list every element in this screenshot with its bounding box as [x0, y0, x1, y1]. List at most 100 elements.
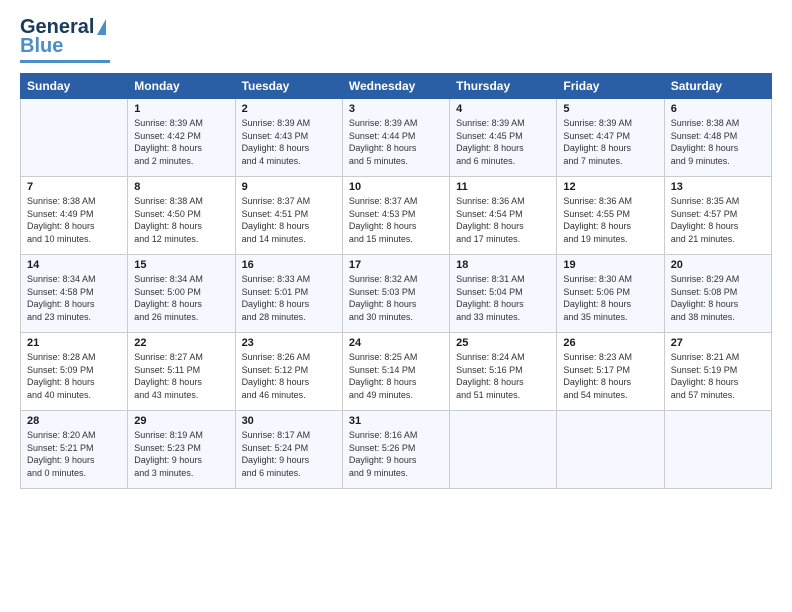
calendar-cell [21, 99, 128, 177]
cell-info: Sunrise: 8:38 AMSunset: 4:49 PMDaylight:… [27, 195, 121, 245]
day-number: 23 [242, 337, 336, 349]
day-number: 29 [134, 415, 228, 427]
day-number: 3 [349, 103, 443, 115]
day-number: 19 [563, 259, 657, 271]
weekday-header-saturday: Saturday [664, 74, 771, 99]
cell-info: Sunrise: 8:39 AMSunset: 4:44 PMDaylight:… [349, 117, 443, 167]
day-number: 2 [242, 103, 336, 115]
day-number: 13 [671, 181, 765, 193]
calendar-cell: 15Sunrise: 8:34 AMSunset: 5:00 PMDayligh… [128, 255, 235, 333]
calendar-cell: 19 Sunrise: 8:30 AMSunset: 5:06 PMDayligh… [557, 255, 664, 333]
cell-info: Sunrise: 8:33 AMSunset: 5:01 PMDaylight:… [242, 273, 336, 323]
calendar-cell: 10Sunrise: 8:37 AMSunset: 4:53 PMDayligh… [342, 177, 449, 255]
calendar-cell: 25 Sunrise: 8:24 AMSunset: 5:16 PMDayligh… [450, 333, 557, 411]
cell-info: Sunrise: 8:27 AMSunset: 5:11 PMDaylight:… [134, 351, 228, 401]
cell-info: Sunrise: 8:25 AMSunset: 5:14 PMDaylight:… [349, 351, 443, 401]
cell-info: Sunrise: 8:32 AMSunset: 5:03 PMDaylight:… [349, 273, 443, 323]
cell-info: Sunrise: 8:17 AMSunset: 5:24 PMDaylight:… [242, 429, 336, 479]
logo: General Blue [20, 16, 110, 63]
page: General Blue SundayMondayTuesdayWednesda… [0, 0, 792, 612]
weekday-header-thursday: Thursday [450, 74, 557, 99]
cell-info: Sunrise: 8:37 AMSunset: 4:51 PMDaylight:… [242, 195, 336, 245]
calendar-cell: 20 Sunrise: 8:29 AMSunset: 5:08 PMDayligh… [664, 255, 771, 333]
day-number: 7 [27, 181, 121, 193]
calendar-cell: 31 Sunrise: 8:16 AMSunset: 5:26 PMDayligh… [342, 411, 449, 489]
cell-info: Sunrise: 8:21 AMSunset: 5:19 PMDaylight:… [671, 351, 765, 401]
day-number: 21 [27, 337, 121, 349]
calendar-cell: 21 Sunrise: 8:28 AMSunset: 5:09 PMDayligh… [21, 333, 128, 411]
day-number: 18 [456, 259, 550, 271]
cell-info: Sunrise: 8:38 AMSunset: 4:48 PMDaylight:… [671, 117, 765, 167]
calendar-table: SundayMondayTuesdayWednesdayThursdayFrid… [20, 73, 772, 489]
calendar-cell: 14 Sunrise: 8:34 AMSunset: 4:58 PMDayligh… [21, 255, 128, 333]
weekday-header-sunday: Sunday [21, 74, 128, 99]
day-number: 17 [349, 259, 443, 271]
header: General Blue [20, 16, 772, 63]
cell-info: Sunrise: 8:30 AMSunset: 5:06 PMDaylight:… [563, 273, 657, 323]
calendar-cell: 11 Sunrise: 8:36 AMSunset: 4:54 PMDayligh… [450, 177, 557, 255]
calendar-cell: 22 Sunrise: 8:27 AMSunset: 5:11 PMDayligh… [128, 333, 235, 411]
day-number: 31 [349, 415, 443, 427]
cell-info: Sunrise: 8:36 AMSunset: 4:54 PMDaylight:… [456, 195, 550, 245]
calendar-cell [557, 411, 664, 489]
weekday-header-monday: Monday [128, 74, 235, 99]
cell-info: Sunrise: 8:31 AMSunset: 5:04 PMDaylight:… [456, 273, 550, 323]
cell-info: Sunrise: 8:16 AMSunset: 5:26 PMDaylight:… [349, 429, 443, 479]
calendar-week-row: 1Sunrise: 8:39 AMSunset: 4:42 PMDaylight… [21, 99, 772, 177]
calendar-cell [664, 411, 771, 489]
calendar-cell: 1Sunrise: 8:39 AMSunset: 4:42 PMDaylight… [128, 99, 235, 177]
calendar-cell: 16 Sunrise: 8:33 AMSunset: 5:01 PMDayligh… [235, 255, 342, 333]
day-number: 9 [242, 181, 336, 193]
day-number: 25 [456, 337, 550, 349]
cell-info: Sunrise: 8:39 AMSunset: 4:45 PMDaylight:… [456, 117, 550, 167]
calendar-week-row: 14 Sunrise: 8:34 AMSunset: 4:58 PMDayligh… [21, 255, 772, 333]
cell-info: Sunrise: 8:36 AMSunset: 4:55 PMDaylight:… [563, 195, 657, 245]
calendar-cell: 6 Sunrise: 8:38 AMSunset: 4:48 PMDaylight… [664, 99, 771, 177]
day-number: 14 [27, 259, 121, 271]
cell-info: Sunrise: 8:24 AMSunset: 5:16 PMDaylight:… [456, 351, 550, 401]
calendar-cell: 4 Sunrise: 8:39 AMSunset: 4:45 PMDaylight… [450, 99, 557, 177]
calendar-cell: 7 Sunrise: 8:38 AMSunset: 4:49 PMDaylight… [21, 177, 128, 255]
calendar-cell [450, 411, 557, 489]
calendar-cell: 24 Sunrise: 8:25 AMSunset: 5:14 PMDayligh… [342, 333, 449, 411]
calendar-cell: 3 Sunrise: 8:39 AMSunset: 4:44 PMDaylight… [342, 99, 449, 177]
calendar-week-row: 21 Sunrise: 8:28 AMSunset: 5:09 PMDayligh… [21, 333, 772, 411]
cell-info: Sunrise: 8:34 AMSunset: 4:58 PMDaylight:… [27, 273, 121, 323]
calendar-cell: 17 Sunrise: 8:32 AMSunset: 5:03 PMDayligh… [342, 255, 449, 333]
calendar-cell: 13 Sunrise: 8:35 AMSunset: 4:57 PMDayligh… [664, 177, 771, 255]
calendar-cell: 8Sunrise: 8:38 AMSunset: 4:50 PMDaylight… [128, 177, 235, 255]
weekday-header-row: SundayMondayTuesdayWednesdayThursdayFrid… [21, 74, 772, 99]
weekday-header-tuesday: Tuesday [235, 74, 342, 99]
cell-info: Sunrise: 8:28 AMSunset: 5:09 PMDaylight:… [27, 351, 121, 401]
day-number: 16 [242, 259, 336, 271]
calendar-cell: 18 Sunrise: 8:31 AMSunset: 5:04 PMDayligh… [450, 255, 557, 333]
day-number: 6 [671, 103, 765, 115]
calendar-cell: 5Sunrise: 8:39 AMSunset: 4:47 PMDaylight… [557, 99, 664, 177]
cell-info: Sunrise: 8:29 AMSunset: 5:08 PMDaylight:… [671, 273, 765, 323]
cell-info: Sunrise: 8:35 AMSunset: 4:57 PMDaylight:… [671, 195, 765, 245]
cell-info: Sunrise: 8:38 AMSunset: 4:50 PMDaylight:… [134, 195, 228, 245]
day-number: 22 [134, 337, 228, 349]
logo-underline [20, 60, 110, 63]
day-number: 20 [671, 259, 765, 271]
day-number: 28 [27, 415, 121, 427]
day-number: 30 [242, 415, 336, 427]
day-number: 11 [456, 181, 550, 193]
calendar-cell: 2Sunrise: 8:39 AMSunset: 4:43 PMDaylight… [235, 99, 342, 177]
cell-info: Sunrise: 8:39 AMSunset: 4:47 PMDaylight:… [563, 117, 657, 167]
calendar-cell: 28 Sunrise: 8:20 AMSunset: 5:21 PMDayligh… [21, 411, 128, 489]
weekday-header-wednesday: Wednesday [342, 74, 449, 99]
day-number: 4 [456, 103, 550, 115]
day-number: 24 [349, 337, 443, 349]
calendar-cell: 27Sunrise: 8:21 AMSunset: 5:19 PMDayligh… [664, 333, 771, 411]
day-number: 1 [134, 103, 228, 115]
calendar-cell: 12Sunrise: 8:36 AMSunset: 4:55 PMDayligh… [557, 177, 664, 255]
calendar-cell: 30 Sunrise: 8:17 AMSunset: 5:24 PMDayligh… [235, 411, 342, 489]
cell-info: Sunrise: 8:37 AMSunset: 4:53 PMDaylight:… [349, 195, 443, 245]
calendar-cell: 9 Sunrise: 8:37 AMSunset: 4:51 PMDaylight… [235, 177, 342, 255]
day-number: 15 [134, 259, 228, 271]
cell-info: Sunrise: 8:20 AMSunset: 5:21 PMDaylight:… [27, 429, 121, 479]
calendar-cell: 26Sunrise: 8:23 AMSunset: 5:17 PMDayligh… [557, 333, 664, 411]
calendar-week-row: 7 Sunrise: 8:38 AMSunset: 4:49 PMDaylight… [21, 177, 772, 255]
calendar-week-row: 28 Sunrise: 8:20 AMSunset: 5:21 PMDayligh… [21, 411, 772, 489]
